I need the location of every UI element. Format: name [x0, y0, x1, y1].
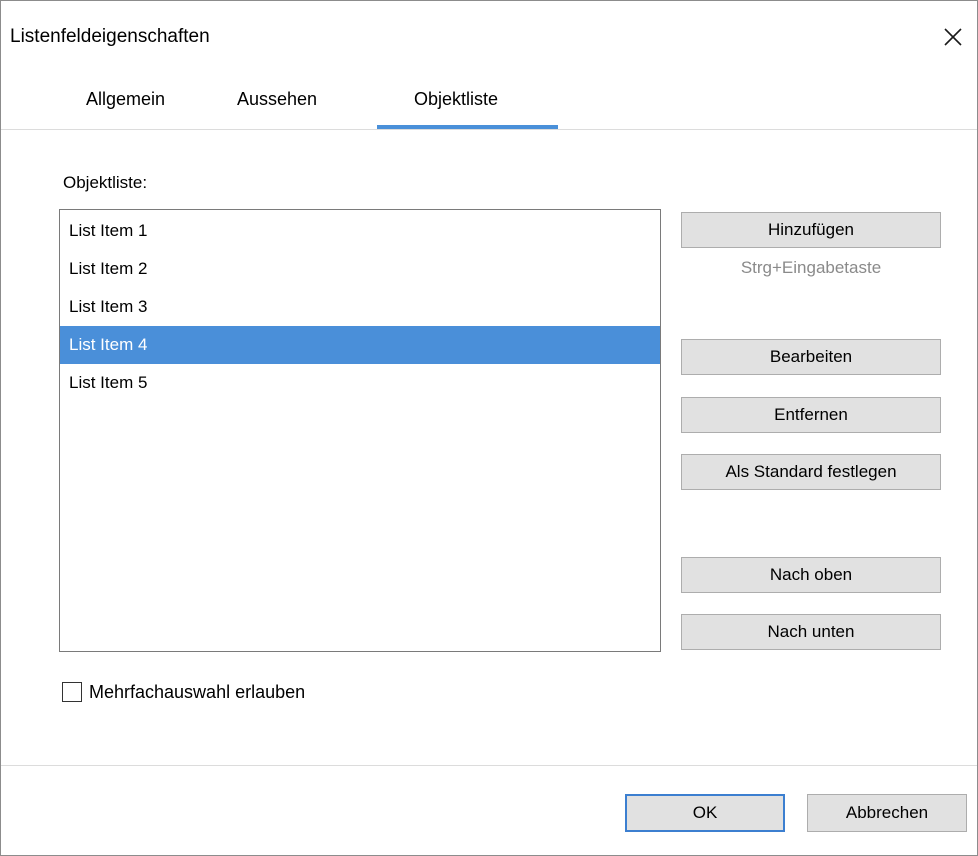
- multiselect-checkbox[interactable]: [62, 682, 82, 702]
- objektliste-label: Objektliste:: [63, 173, 148, 192]
- tab-bar: Allgemein Aussehen Objektliste: [1, 75, 977, 130]
- list-item[interactable]: List Item 2: [60, 250, 660, 288]
- multiselect-option[interactable]: Mehrfachauswahl erlauben: [62, 679, 305, 705]
- close-button[interactable]: [933, 17, 973, 57]
- footer-divider: [1, 765, 977, 766]
- set-default-button[interactable]: Als Standard festlegen: [681, 454, 941, 490]
- multiselect-label: Mehrfachauswahl erlauben: [89, 682, 306, 702]
- edit-button[interactable]: Bearbeiten: [681, 339, 941, 375]
- add-button[interactable]: Hinzufügen: [681, 212, 941, 248]
- ok-button[interactable]: OK: [625, 794, 785, 832]
- tab-objektliste[interactable]: Objektliste: [414, 87, 498, 111]
- list-item[interactable]: List Item 3: [60, 288, 660, 326]
- move-up-button[interactable]: Nach oben: [681, 557, 941, 593]
- list-item-selected[interactable]: List Item 4: [60, 326, 660, 364]
- tab-allgemein[interactable]: Allgemein: [86, 87, 165, 111]
- close-icon: [944, 28, 962, 46]
- tab-aussehen[interactable]: Aussehen: [237, 87, 317, 111]
- dialog-title: Listenfeldeigenschaften: [10, 26, 210, 47]
- cancel-button[interactable]: Abbrechen: [807, 794, 967, 832]
- objektliste-listbox[interactable]: List Item 1 List Item 2 List Item 3 List…: [59, 209, 661, 652]
- listbox-properties-dialog: Listenfeldeigenschaften Allgemein Ausseh…: [0, 0, 978, 856]
- list-item[interactable]: List Item 1: [60, 212, 660, 250]
- move-down-button[interactable]: Nach unten: [681, 614, 941, 650]
- remove-button[interactable]: Entfernen: [681, 397, 941, 433]
- list-item[interactable]: List Item 5: [60, 364, 660, 402]
- add-shortcut-hint: Strg+Eingabetaste: [740, 258, 882, 277]
- active-tab-indicator: [377, 125, 558, 129]
